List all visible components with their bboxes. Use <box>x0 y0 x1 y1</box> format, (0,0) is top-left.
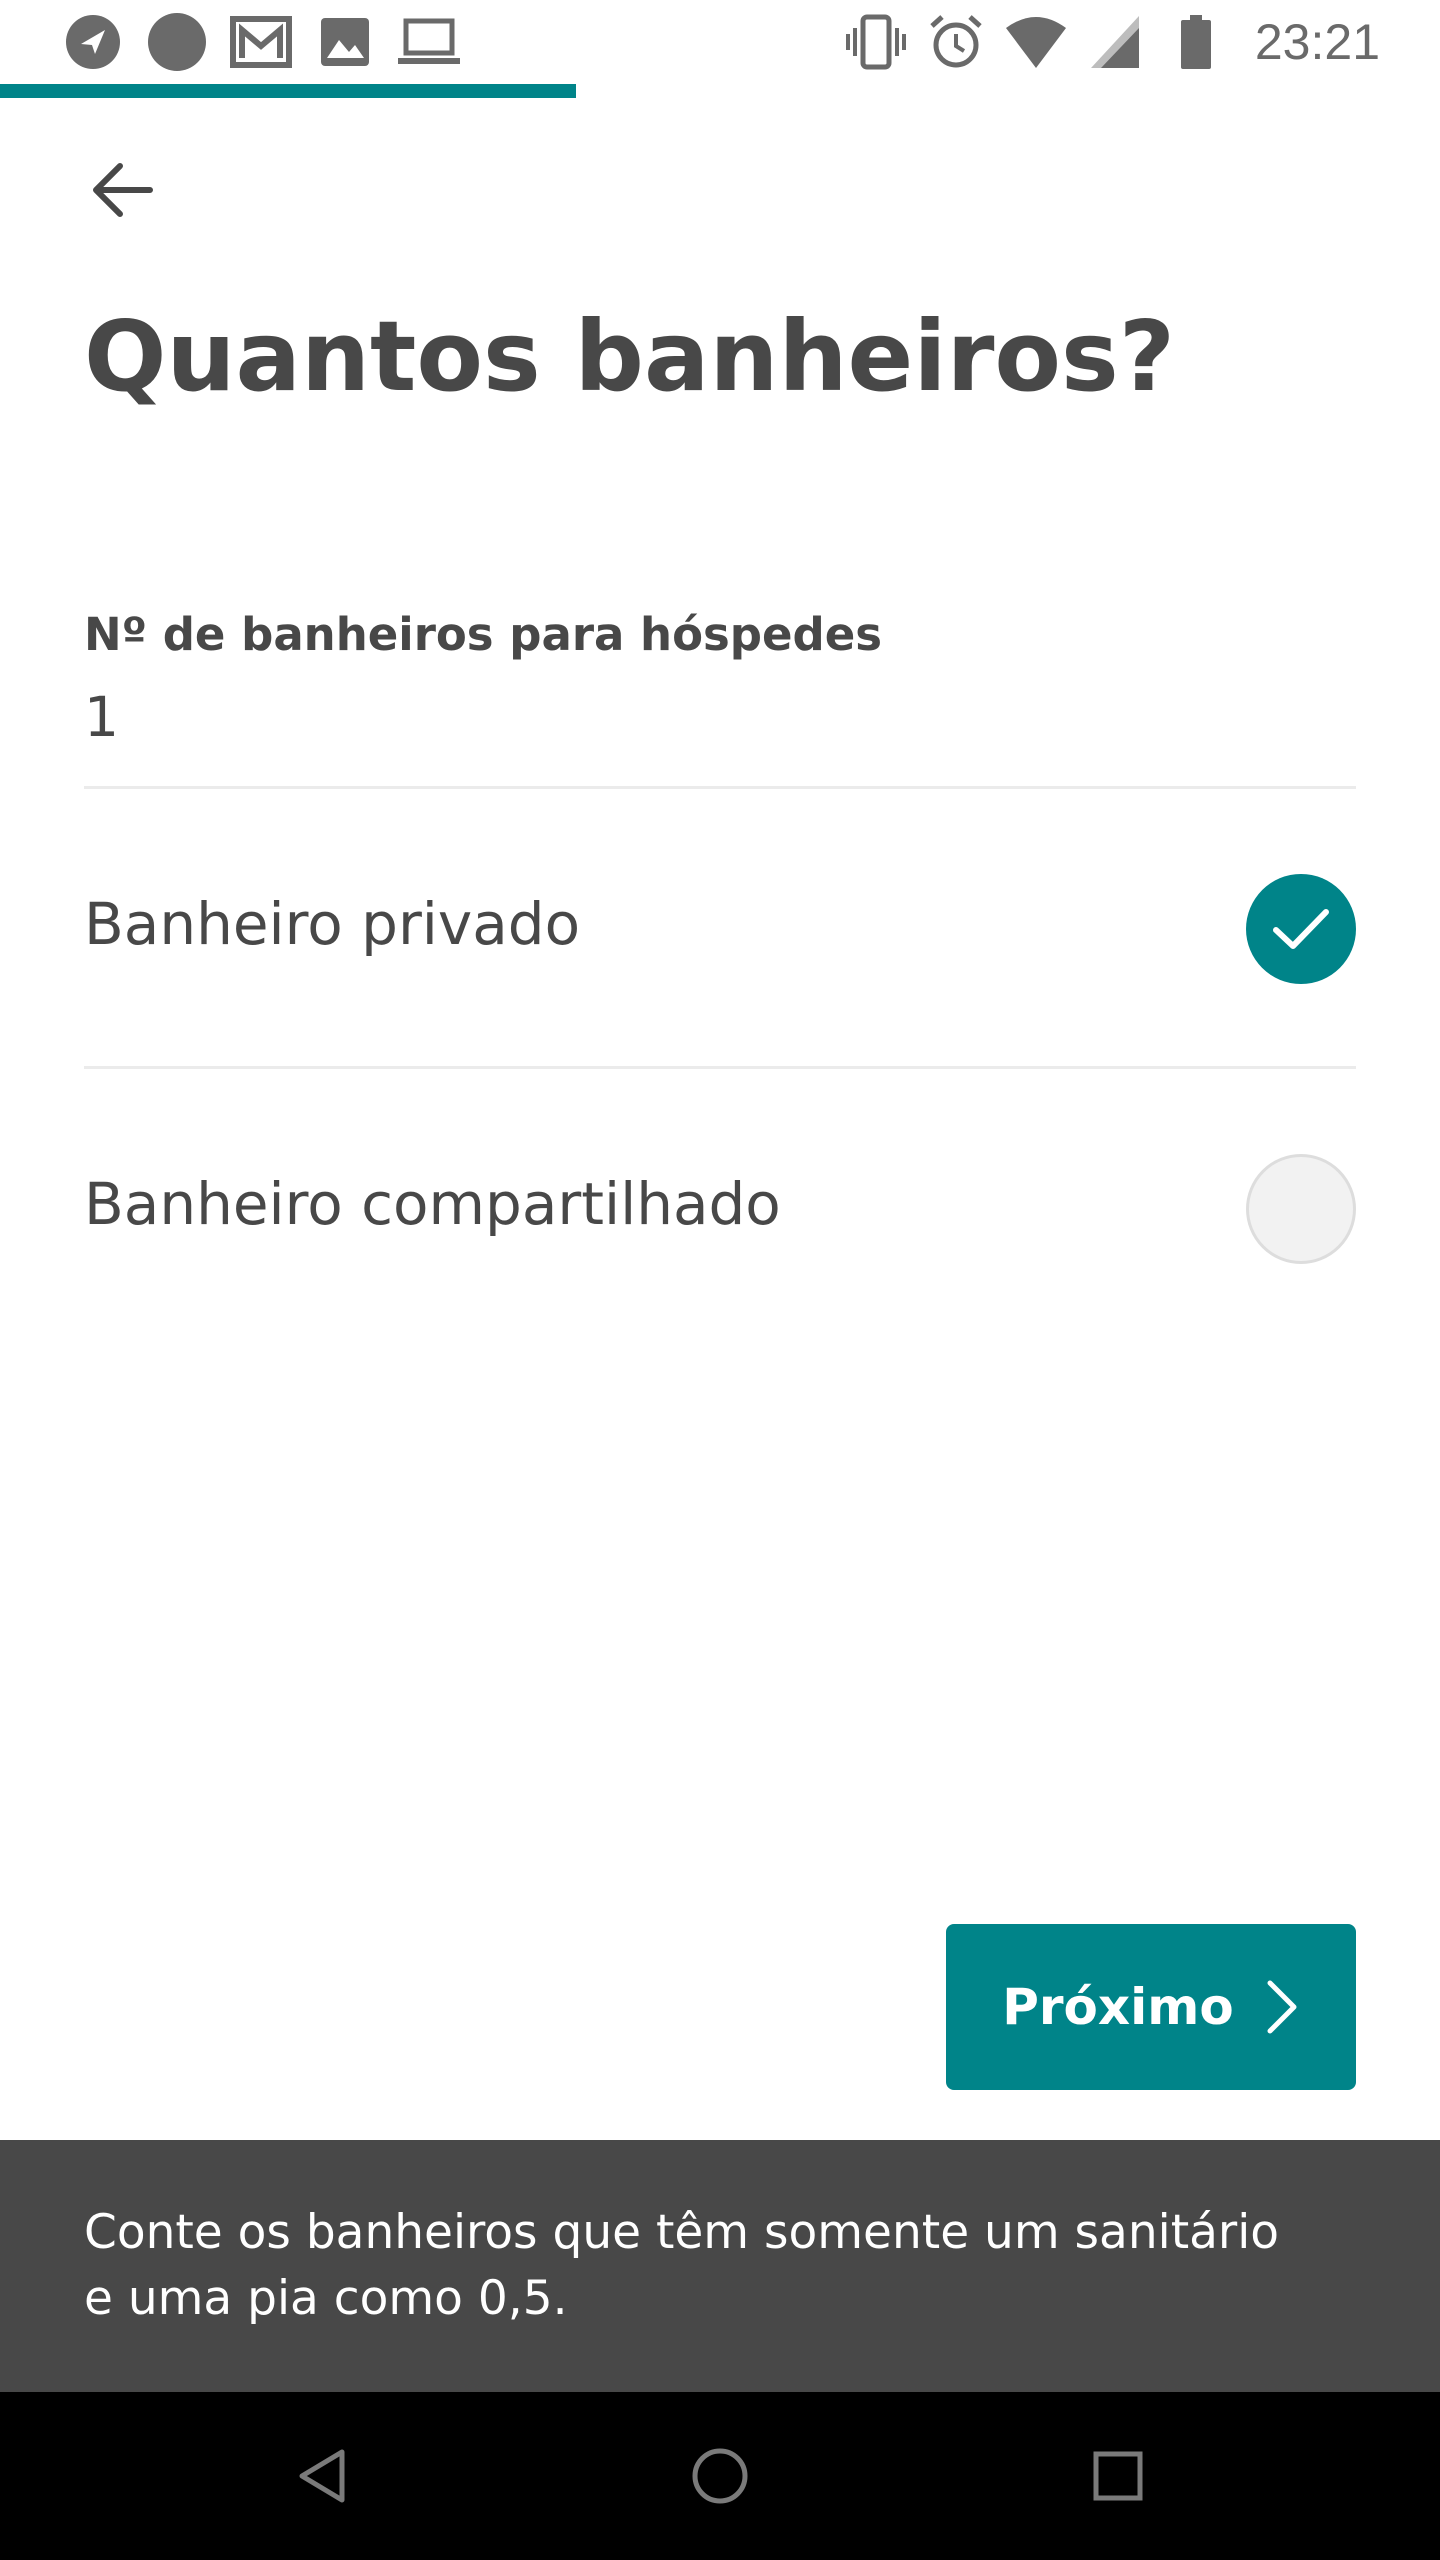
tip-text: Conte os banheiros que têm somente um sa… <box>84 2205 1280 2326</box>
navigation-bar <box>0 2392 1440 2560</box>
mail-icon <box>230 14 292 70</box>
wifi-icon <box>1005 14 1067 70</box>
laptop-icon <box>398 14 460 70</box>
next-button[interactable]: Próximo <box>946 1924 1356 2090</box>
option-private-bathroom[interactable]: Banheiro privado <box>84 828 1356 1028</box>
next-button-label: Próximo <box>1002 1978 1234 2036</box>
status-bar: 23:21 <box>0 0 1440 84</box>
checkmark-icon <box>1273 909 1329 949</box>
private-bathroom-checkbox[interactable] <box>1246 874 1356 984</box>
bathrooms-field-label: Nº de banheiros para hóspedes <box>84 608 883 661</box>
nav-back-button[interactable] <box>272 2426 372 2526</box>
tip-snackbar: Conte os banheiros que têm somente um sa… <box>0 2140 1440 2392</box>
option-shared-label: Banheiro compartilhado <box>84 1170 781 1238</box>
home-circle-icon <box>692 2448 748 2504</box>
back-button[interactable] <box>72 140 172 240</box>
divider <box>84 1066 1356 1069</box>
nav-home-button[interactable] <box>670 2426 770 2526</box>
clock: 23:21 <box>1254 14 1380 70</box>
chevron-right-icon <box>1267 1980 1297 2034</box>
shared-bathroom-checkbox[interactable] <box>1246 1154 1356 1264</box>
recents-square-icon <box>1093 2451 1143 2501</box>
circle-icon <box>146 13 208 71</box>
progress-bar-fill <box>0 84 576 98</box>
option-private-label: Banheiro privado <box>84 890 581 958</box>
alarm-icon <box>925 14 987 70</box>
back-triangle-icon <box>299 2449 345 2503</box>
system-icons: 23:21 <box>845 14 1380 70</box>
arrow-left-icon <box>93 163 153 217</box>
option-shared-bathroom[interactable]: Banheiro compartilhado <box>84 1108 1356 1308</box>
image-icon <box>314 14 376 70</box>
nav-recents-button[interactable] <box>1068 2426 1168 2526</box>
progress-bar <box>0 84 1440 98</box>
navigation-icon <box>62 14 124 70</box>
vibrate-icon <box>845 14 907 70</box>
bathrooms-count-input[interactable] <box>84 680 1354 754</box>
page-title: Quantos banheiros? <box>84 300 1176 413</box>
divider <box>84 786 1356 789</box>
notification-icons <box>62 13 460 71</box>
battery-icon <box>1165 14 1227 70</box>
signal-icon <box>1085 14 1147 70</box>
